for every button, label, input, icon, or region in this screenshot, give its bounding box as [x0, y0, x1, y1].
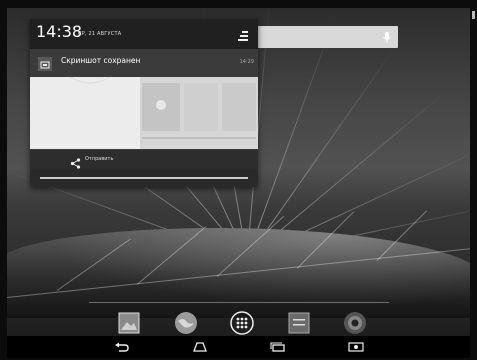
shade-drag-handle[interactable]: [40, 177, 248, 179]
mic-icon[interactable]: [382, 30, 392, 44]
favorites-dock: [117, 308, 367, 338]
screenshot-nav-icon[interactable]: [346, 340, 366, 354]
notification-title: Скриншот сохранен: [61, 56, 141, 65]
settings-app-icon[interactable]: [287, 311, 311, 335]
camera-icon[interactable]: [343, 311, 367, 335]
back-icon[interactable]: [112, 340, 132, 354]
notification-time: 14:29: [239, 59, 254, 65]
dock-divider: [89, 302, 389, 303]
screenshot-icon: [38, 57, 52, 71]
settings-toggle-icon[interactable]: [237, 27, 249, 41]
clock: 14:38: [36, 22, 83, 41]
gallery-icon[interactable]: [117, 311, 141, 335]
shade-header: 14:38 СР, 21 АВГУСТА: [30, 19, 258, 49]
navigation-bar: [7, 336, 470, 358]
home-icon[interactable]: [190, 340, 210, 354]
browser-icon[interactable]: [174, 311, 198, 335]
recent-apps-icon[interactable]: [268, 340, 288, 354]
status-edge-icon: [470, 8, 477, 20]
share-label: Отправить: [85, 156, 114, 162]
date-label: СР, 21 АВГУСТА: [78, 31, 122, 37]
share-action[interactable]: Отправить: [30, 150, 258, 169]
screenshot-preview[interactable]: [30, 77, 258, 149]
home-screen: 14:38 СР, 21 АВГУСТА Скриншот сохранен 1…: [7, 8, 470, 341]
screenshot-notification[interactable]: Скриншот сохранен 14:29 Отправить: [30, 49, 258, 169]
search-bar[interactable]: [251, 26, 398, 48]
notification-shade: 14:38 СР, 21 АВГУСТА Скриншот сохранен 1…: [30, 19, 258, 187]
share-icon: [70, 154, 81, 169]
device-frame: 14:38 СР, 21 АВГУСТА Скриншот сохранен 1…: [0, 0, 477, 360]
apps-icon[interactable]: [230, 311, 254, 335]
